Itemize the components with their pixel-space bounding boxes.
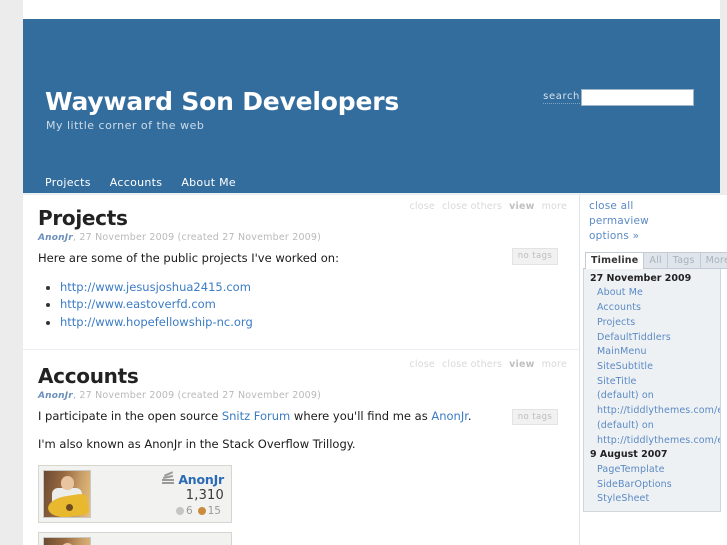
sidebar-item-mainmenu[interactable]: MainMenu (584, 345, 720, 360)
view-button[interactable]: view (509, 359, 534, 370)
accounts-para-2: I'm also known as AnonJr in the Stack Ov… (38, 437, 356, 452)
flair-details: AnonJr 1,310 6 15 (91, 470, 231, 517)
flair-username[interactable]: AnonJr (178, 472, 224, 487)
nav-item-accounts[interactable]: Accounts (110, 176, 163, 189)
project-link-3[interactable]: http://www.hopefellowship-nc.org (60, 315, 253, 329)
sidebar-item-default-2[interactable]: (default) on (584, 419, 720, 434)
bronze-badge-count: 15 (207, 504, 221, 517)
tiddler-byline: AnonJr, 27 November 2009 (created 27 Nov… (23, 229, 579, 243)
sidebar-item-sitetitle[interactable]: SiteTitle (584, 375, 720, 390)
tab-timeline[interactable]: Timeline (585, 251, 645, 269)
timeline-date-heading: 27 November 2009 (590, 272, 692, 284)
main-nav: Projects Accounts About Me (45, 176, 236, 189)
stackoverflow-flair-badge[interactable]: AnonJr 1,310 6 15 (38, 465, 232, 524)
sidebar-close-all[interactable]: close all (589, 199, 727, 214)
avatar (43, 537, 91, 545)
sidebar: close all permaview options » Timeline A… (579, 195, 727, 545)
silver-badge-icon (175, 506, 184, 515)
tab-more[interactable]: More (699, 251, 727, 268)
sidebar-item-projects[interactable]: Projects (584, 316, 720, 331)
tiddler-author[interactable]: AnonJr (38, 233, 73, 243)
sidebar-item-accounts[interactable]: Accounts (584, 301, 720, 316)
site-header: Wayward Son Developers My little corner … (23, 19, 720, 195)
tiddler-projects: close close others view more Projects An… (23, 195, 579, 350)
flair-reputation: 1,310 (185, 487, 224, 503)
project-link-1[interactable]: http://www.jesusjoshua2415.com (60, 280, 251, 294)
tiddler-toolbar: close close others view more (409, 201, 567, 212)
projects-link-list: http://www.jesusjoshua2415.com http://ww… (38, 279, 579, 331)
sidebar-timeline-list: 27 November 2009 About Me Accounts Proje… (583, 268, 721, 513)
sidebar-tabs: Timeline All Tags More (583, 251, 727, 269)
top-white-strip (23, 0, 720, 19)
project-link-2[interactable]: http://www.eastoverfd.com (60, 297, 216, 311)
search-input[interactable] (581, 89, 694, 106)
tiddler-byline: AnonJr, 27 November 2009 (created 27 Nov… (23, 387, 579, 401)
site-subtitle: My little corner of the web (46, 119, 205, 132)
page-root: Wayward Son Developers My little corner … (0, 0, 727, 545)
close-button[interactable]: close (409, 201, 434, 212)
flair-badge-counts: 6 15 (91, 505, 224, 517)
tiddler-body: Here are some of the public projects I'v… (23, 243, 579, 331)
more-button[interactable]: more (542, 201, 567, 212)
main-content: close close others view more Projects An… (23, 195, 579, 545)
avatar (43, 470, 91, 519)
sidebar-item-defaulttiddlers[interactable]: DefaultTiddlers (584, 331, 720, 346)
tiddler-accounts: close close others view more Accounts An… (23, 350, 579, 545)
more-button[interactable]: more (542, 359, 567, 370)
accounts-text-b: where you'll find me as (290, 408, 432, 423)
accounts-text-c: . (467, 408, 472, 423)
view-button[interactable]: view (509, 201, 534, 212)
sidebar-item-pagetemplate[interactable]: PageTemplate (584, 463, 720, 478)
nav-item-about-me[interactable]: About Me (181, 176, 236, 189)
anonjr-link[interactable]: AnonJr (431, 409, 468, 423)
silver-badge-count: 6 (185, 504, 193, 517)
bronze-badge-icon (197, 506, 206, 515)
sidebar-permaview[interactable]: permaview (589, 214, 727, 229)
list-item: http://www.eastoverfd.com (60, 296, 579, 313)
sidebar-item-sidebaroptions[interactable]: SideBarOptions (584, 478, 720, 493)
serverfault-flair-badge[interactable]: AnonJr (38, 532, 232, 545)
tiddler-dates: , 27 November 2009 (created 27 November … (72, 389, 322, 401)
projects-intro: Here are some of the public projects I'v… (38, 251, 339, 265)
sidebar-item-theme-url-1[interactable]: http://tiddlythemes.com/emp (584, 404, 720, 419)
tiddler-dates: , 27 November 2009 (created 27 November … (72, 232, 322, 243)
sidebar-options: close all permaview options » (580, 199, 727, 245)
close-button[interactable]: close (409, 359, 434, 370)
tab-tags[interactable]: Tags (666, 251, 701, 268)
list-item: http://www.jesusjoshua2415.com (60, 279, 579, 296)
tab-all[interactable]: All (643, 251, 668, 268)
sidebar-item-theme-url-2[interactable]: http://tiddlythemes.com/emp (584, 434, 720, 449)
list-item: http://www.hopefellowship-nc.org (60, 314, 579, 331)
search-area: search (543, 89, 694, 106)
tiddler-body: I participate in the open source Snitz F… (23, 401, 579, 453)
close-others-button[interactable]: close others (442, 359, 502, 370)
flair-name-line: AnonJr (91, 470, 224, 487)
tiddler-author[interactable]: AnonJr (38, 391, 73, 401)
status-badge-no-tags[interactable]: no tags (512, 408, 558, 426)
status-badge-no-tags[interactable]: no tags (512, 248, 558, 265)
accounts-para-1: I participate in the open source Snitz F… (38, 408, 579, 425)
sidebar-options-toggle[interactable]: options » (589, 229, 727, 244)
nav-item-projects[interactable]: Projects (45, 176, 91, 189)
stackoverflow-logo-icon (162, 470, 175, 486)
search-label: search (543, 91, 580, 104)
snitz-forum-link[interactable]: Snitz Forum (222, 409, 290, 423)
sidebar-item-default-1[interactable]: (default) on (584, 389, 720, 404)
tiddler-toolbar: close close others view more (409, 359, 567, 370)
close-others-button[interactable]: close others (442, 201, 502, 212)
sidebar-item-stylesheet[interactable]: StyleSheet (584, 492, 720, 507)
accounts-text-a: I participate in the open source (38, 408, 222, 423)
sidebar-item-sitesubtitle[interactable]: SiteSubtitle (584, 360, 720, 375)
site-title: Wayward Son Developers (45, 87, 400, 116)
timeline-date-heading: 9 August 2007 (590, 449, 668, 461)
sidebar-item-about-me[interactable]: About Me (584, 286, 720, 301)
